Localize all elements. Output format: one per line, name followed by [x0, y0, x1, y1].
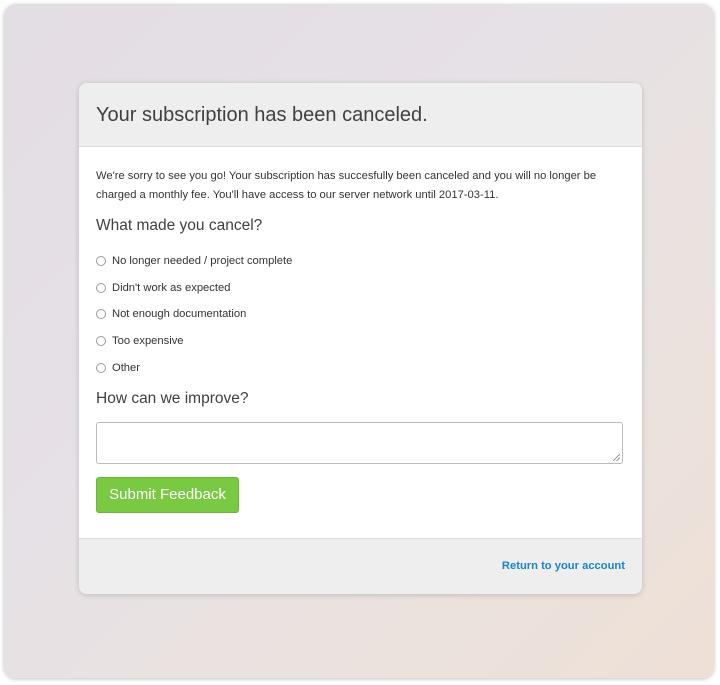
- radio-button[interactable]: [96, 362, 106, 373]
- reason-label: Too expensive: [112, 335, 184, 348]
- improve-question: How can we improve?: [96, 389, 249, 407]
- reason-option-didnt-work[interactable]: Didn't work as expected: [96, 275, 625, 302]
- radio-button[interactable]: [96, 309, 106, 320]
- card-body: We're sorry to see you go! Your subscrip…: [79, 147, 642, 513]
- reason-label: No longer needed / project complete: [112, 255, 293, 268]
- reason-option-no-longer-needed[interactable]: No longer needed / project complete: [96, 248, 625, 275]
- card-header: Your subscription has been canceled.: [79, 83, 642, 147]
- radio-button[interactable]: [96, 336, 106, 347]
- resize-handle-icon[interactable]: [613, 453, 620, 461]
- page-title: Your subscription has been canceled.: [96, 104, 428, 126]
- reason-option-documentation[interactable]: Not enough documentation: [96, 301, 625, 328]
- radio-button[interactable]: [96, 256, 106, 267]
- reason-option-too-expensive[interactable]: Too expensive: [96, 328, 625, 355]
- card-footer: Return to your account: [79, 538, 642, 594]
- reason-label: Didn't work as expected: [112, 281, 231, 294]
- page-frame: Your subscription has been canceled. We'…: [4, 4, 714, 678]
- cancellation-message: We're sorry to see you go! Your subscrip…: [96, 170, 597, 201]
- reason-option-other[interactable]: Other: [96, 354, 625, 381]
- cancellation-card: Your subscription has been canceled. We'…: [79, 83, 642, 594]
- reason-question: What made you cancel?: [96, 217, 263, 234]
- reason-label: Not enough documentation: [112, 308, 247, 321]
- reason-label: Other: [112, 361, 140, 374]
- radio-button[interactable]: [96, 282, 106, 293]
- submit-feedback-button[interactable]: Submit Feedback: [96, 476, 239, 513]
- feedback-textarea[interactable]: [96, 421, 623, 464]
- return-to-account-link[interactable]: Return to your account: [502, 560, 625, 572]
